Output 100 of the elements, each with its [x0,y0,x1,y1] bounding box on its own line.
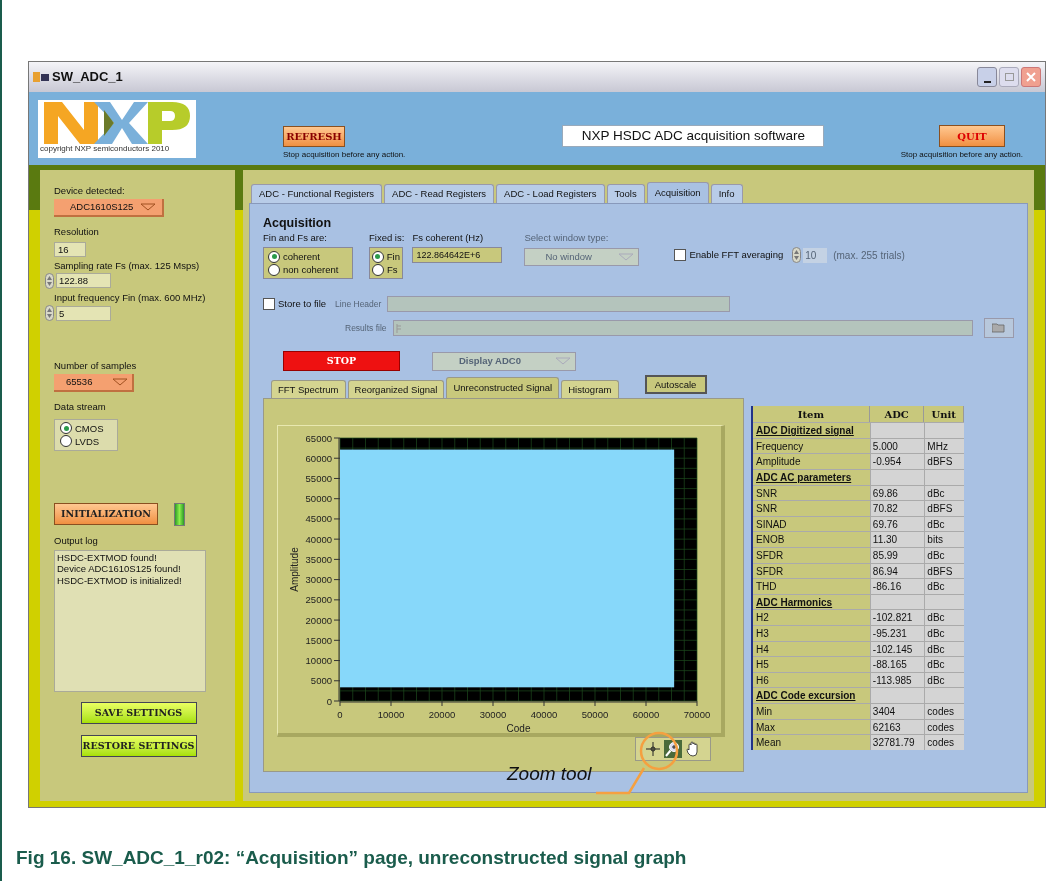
radio-button[interactable] [60,435,72,447]
refresh-button[interactable]: REFRESH [283,126,345,147]
table-cell: H3 [753,625,870,641]
graph-tab[interactable]: Histogram [561,380,619,399]
table-cell: bits [924,532,964,547]
field-label: Fs coherent (Hz) [412,231,485,245]
table-cell: -0.954 [869,454,925,470]
stop-button[interactable]: STOP [283,351,400,372]
hand-icon[interactable] [686,741,700,758]
axis-tick-label: 65000 [305,432,332,444]
radio-button[interactable] [268,263,280,276]
field-label: Number of samples [54,359,138,373]
tab[interactable]: ADC - Read Registers [384,184,495,203]
table-cell: ENOB [753,532,870,547]
close-button[interactable] [1021,67,1041,87]
axis-tick-label: 40000 [530,709,558,721]
graph-tab[interactable]: Reorganized Signal [347,380,445,399]
checkbox-label: Enable FFT averaging [689,247,784,262]
table-cell: dBFS [924,454,964,470]
field-label: Output log [54,533,99,548]
table-cell: -86.16 [869,579,925,594]
radio-button[interactable] [60,422,72,434]
spinner-arrows-icon[interactable] [45,305,54,321]
table-cell: dBc [924,641,964,657]
field-label: Data stream [54,400,107,415]
spinner-arrows-icon[interactable] [45,272,54,289]
fs-coherent-field: 122.864642E+6 [412,247,503,264]
axis-tick-label: 55000 [305,473,332,485]
table-cell: 86.94 [869,563,925,579]
radio-label: non coherent [283,263,339,277]
device-dropdown[interactable]: ADC1610S125 [54,199,164,218]
settings-button[interactable]: SAVE SETTINGS [80,701,197,724]
axis-tick-label: 30000 [479,709,507,721]
table-cell: -102.821 [869,610,925,625]
section-cell: ADC Harmonics [753,594,870,610]
minimize-button[interactable] [977,67,997,87]
table-cell: dBc [924,516,964,532]
table-cell: Amplitude [753,454,870,470]
callout-circle [639,731,679,771]
tab[interactable]: ADC - Functional Registers [251,184,383,203]
table-cell: dBFS [924,501,964,516]
radio-label: LVDS [75,434,100,448]
tab[interactable]: ADC - Load Registers [496,184,605,203]
column-header: Item [753,406,870,423]
tab[interactable]: Acquisition [646,182,709,203]
crosshair-icon[interactable] [646,742,660,757]
hint-text: Stop acquisition before any action. [900,149,1023,161]
axis-tick-label: 20000 [305,614,332,626]
graph-tab[interactable]: Unreconstructed Signal [446,377,560,399]
tab[interactable]: Info [710,184,743,203]
table-cell: SNR [753,485,870,501]
field-label: Fixed is: [369,231,405,245]
section-title: Acquisition [263,216,333,230]
table-cell: H4 [753,641,870,657]
radio-button[interactable] [372,263,384,276]
folder-icon [992,323,1006,334]
radio-button[interactable] [372,250,384,263]
dropdown-value: No window [545,250,592,265]
axis-tick-label: 10000 [305,655,332,667]
field-label: Device detected: [54,184,126,198]
checkbox-label: Store to file [278,297,327,312]
radio-button[interactable] [268,250,280,263]
callout-text: Zoom tool [507,762,592,786]
initialization-button[interactable]: INITIALIZATION [54,503,158,525]
dropdown-value: 65536 [66,375,93,390]
column-header: ADC [869,406,925,423]
app-icon [33,71,49,83]
caret-icon [140,203,156,212]
table-cell: Max [753,719,870,735]
hint-text: Stop acquisition before any action. [283,149,406,161]
field-label: Select window type: [524,231,610,245]
axis-tick-label: 35000 [305,554,332,566]
table-cell: SNR [753,501,870,516]
autoscale-button[interactable]: Autoscale [644,375,707,395]
axis-tick-label: 10000 [377,709,405,721]
axis-tick-label: 50000 [305,493,332,505]
field-label: Input frequency Fin (max. 600 MHz) [54,290,207,305]
caret-icon [555,357,571,366]
table-cell: Mean [753,735,870,750]
input-frequency-field[interactable]: 5 [56,305,111,321]
radio-label: Fin [386,250,400,264]
axis-tick-label: 25000 [305,594,332,606]
sampling-rate-field[interactable]: 122.88 [56,273,111,289]
table-cell: 69.76 [869,516,925,532]
table-cell: dBc [924,672,964,688]
table-cell: THD [753,579,870,594]
spinner-arrows-icon[interactable] [792,247,802,263]
samples-dropdown[interactable]: 65536 [54,374,134,393]
table-cell: H6 [753,672,870,688]
table-cell: dBc [924,548,964,563]
checkbox[interactable] [263,298,275,311]
graph-tab[interactable]: FFT Spectrum [271,380,346,399]
settings-button[interactable]: RESTORE SETTINGS [80,734,197,757]
axis-tick-label: 20000 [428,709,456,721]
axis-tick-label: 50000 [581,709,609,721]
app-title: NXP HSDC ADC acquisition software [562,125,825,147]
tab[interactable]: Tools [606,184,645,203]
axis-tick-label: 45000 [305,513,332,525]
field-label: Sampling rate Fs (max. 125 Msps) [54,258,201,273]
table-cell: codes [924,719,964,735]
